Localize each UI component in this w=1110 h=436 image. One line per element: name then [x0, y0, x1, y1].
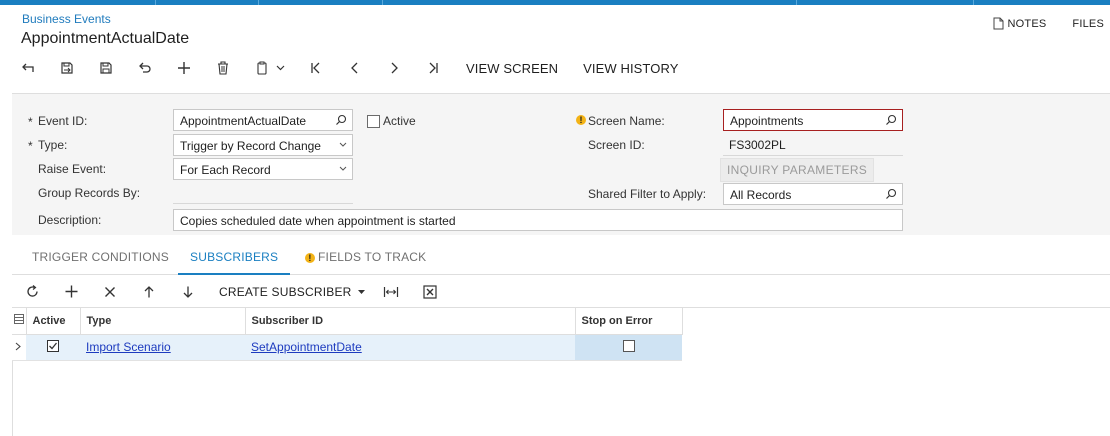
note-icon: [993, 17, 1004, 30]
back-icon[interactable]: [16, 56, 40, 80]
type-select[interactable]: Trigger by Record Change: [173, 134, 353, 156]
breadcrumb[interactable]: Business Events: [22, 12, 111, 26]
screen-id-value: FS3002PL: [723, 134, 903, 156]
fit-columns-icon[interactable]: [379, 280, 403, 304]
tab-bar: TRIGGER CONDITIONS SUBSCRIBERS ! FIELDS T…: [12, 240, 1110, 275]
tab-trigger-conditions[interactable]: TRIGGER CONDITIONS: [32, 240, 169, 275]
last-record-icon[interactable]: [421, 56, 445, 80]
stop-on-error-cell[interactable]: [575, 334, 682, 361]
required-mark: *: [28, 115, 33, 129]
grid-settings-icon[interactable]: [14, 314, 24, 325]
type-link[interactable]: Import Scenario: [86, 340, 171, 354]
type-value: Trigger by Record Change: [180, 139, 321, 153]
screen-name-label: Screen Name:: [588, 114, 665, 128]
search-icon[interactable]: [335, 114, 347, 126]
row-expander-cell[interactable]: [12, 334, 26, 361]
delete-icon[interactable]: [211, 56, 235, 80]
column-header-stop-on-error[interactable]: Stop on Error: [575, 308, 683, 335]
event-id-label: Event ID:: [38, 114, 88, 128]
event-form: * Event ID: AppointmentActualDate Active…: [12, 93, 1110, 235]
raise-event-value: For Each Record: [180, 163, 271, 177]
group-records-label: Group Records By:: [38, 186, 141, 200]
chevron-down-icon[interactable]: [274, 56, 286, 80]
view-screen-button[interactable]: VIEW SCREEN: [466, 61, 558, 76]
warning-icon: !: [576, 115, 586, 125]
inquiry-parameters-button[interactable]: INQUIRY PARAMETERS: [720, 158, 875, 182]
main-toolbar: VIEW SCREEN VIEW HISTORY: [16, 56, 678, 80]
previous-record-icon[interactable]: [343, 56, 367, 80]
description-value: Copies scheduled date when appointment i…: [180, 214, 456, 228]
shared-filter-label: Shared Filter to Apply:: [588, 187, 707, 201]
shared-filter-field[interactable]: All Records: [723, 183, 903, 205]
event-id-value: AppointmentActualDate: [180, 114, 307, 128]
grid-toolbar: CREATE SUBSCRIBER: [12, 276, 1110, 308]
tab-subscribers[interactable]: SUBSCRIBERS: [178, 240, 291, 275]
screen-id-label: Screen ID:: [588, 138, 645, 152]
page-title: AppointmentActualDate: [21, 30, 190, 47]
active-checkbox[interactable]: [367, 115, 380, 128]
top-accent-bar: [0, 0, 1110, 5]
create-subscriber-button[interactable]: CREATE SUBSCRIBER: [219, 285, 365, 299]
add-icon[interactable]: [172, 56, 196, 80]
active-cell[interactable]: [26, 334, 80, 361]
add-row-icon[interactable]: [59, 280, 83, 304]
raise-event-select[interactable]: For Each Record: [173, 158, 353, 180]
raise-event-label: Raise Event:: [38, 162, 107, 176]
files-label: FILES: [1072, 17, 1104, 30]
warning-icon: !: [305, 253, 315, 263]
notes-button[interactable]: NOTES: [993, 17, 1047, 30]
save-close-icon[interactable]: [55, 56, 79, 80]
next-record-icon[interactable]: [382, 56, 406, 80]
event-id-field[interactable]: AppointmentActualDate: [173, 109, 353, 131]
first-record-icon[interactable]: [304, 56, 328, 80]
required-mark: *: [28, 139, 33, 153]
stop-on-error-checkbox[interactable]: [622, 339, 635, 352]
table-row[interactable]: Import Scenario SetAppointmentDate: [12, 334, 682, 361]
chevron-down-icon: [339, 166, 347, 171]
type-label: Type:: [38, 138, 68, 152]
tab-label: SUBSCRIBERS: [190, 250, 279, 264]
notes-label: NOTES: [1007, 17, 1047, 30]
refresh-icon[interactable]: [20, 280, 44, 304]
row-selector-header[interactable]: [12, 308, 27, 335]
undo-icon[interactable]: [133, 56, 157, 80]
caret-down-icon: [357, 289, 365, 294]
view-history-button[interactable]: VIEW HISTORY: [583, 61, 678, 76]
subscriber-id-cell[interactable]: SetAppointmentDate: [245, 334, 575, 361]
chevron-right-icon[interactable]: [15, 342, 21, 351]
active-label: Active: [383, 114, 416, 128]
tab-label: TRIGGER CONDITIONS: [32, 250, 169, 264]
files-button[interactable]: FILES: [1072, 18, 1104, 30]
column-header-type[interactable]: Type: [80, 308, 246, 335]
description-field[interactable]: Copies scheduled date when appointment i…: [173, 209, 903, 231]
move-down-icon[interactable]: [176, 280, 200, 304]
description-label: Description:: [38, 213, 102, 227]
active-checkbox-checked[interactable]: [47, 339, 59, 352]
type-cell[interactable]: Import Scenario: [80, 334, 245, 361]
column-header-active[interactable]: Active: [26, 308, 81, 335]
move-up-icon[interactable]: [137, 280, 161, 304]
search-icon[interactable]: [885, 114, 897, 126]
tab-label: FIELDS TO TRACK: [318, 250, 427, 264]
subscribers-grid: Active Type Subscriber ID Stop on Error …: [12, 308, 683, 361]
chevron-down-icon: [339, 142, 347, 147]
subscriber-id-link[interactable]: SetAppointmentDate: [251, 340, 362, 354]
save-icon[interactable]: [94, 56, 118, 80]
shared-filter-value: All Records: [730, 188, 792, 202]
copy-paste-icon[interactable]: [250, 56, 274, 80]
delete-row-icon[interactable]: [98, 280, 122, 304]
column-header-subscriber-id[interactable]: Subscriber ID: [245, 308, 576, 335]
group-records-field[interactable]: [173, 182, 353, 204]
export-excel-icon[interactable]: [418, 280, 442, 304]
create-subscriber-label: CREATE SUBSCRIBER: [219, 284, 352, 299]
top-right-actions: NOTES FILES: [993, 17, 1110, 30]
tab-fields-to-track[interactable]: ! FIELDS TO TRACK: [305, 240, 426, 275]
screen-name-field[interactable]: Appointments: [723, 109, 903, 131]
screen-name-value: Appointments: [730, 114, 804, 128]
search-icon[interactable]: [885, 188, 897, 200]
